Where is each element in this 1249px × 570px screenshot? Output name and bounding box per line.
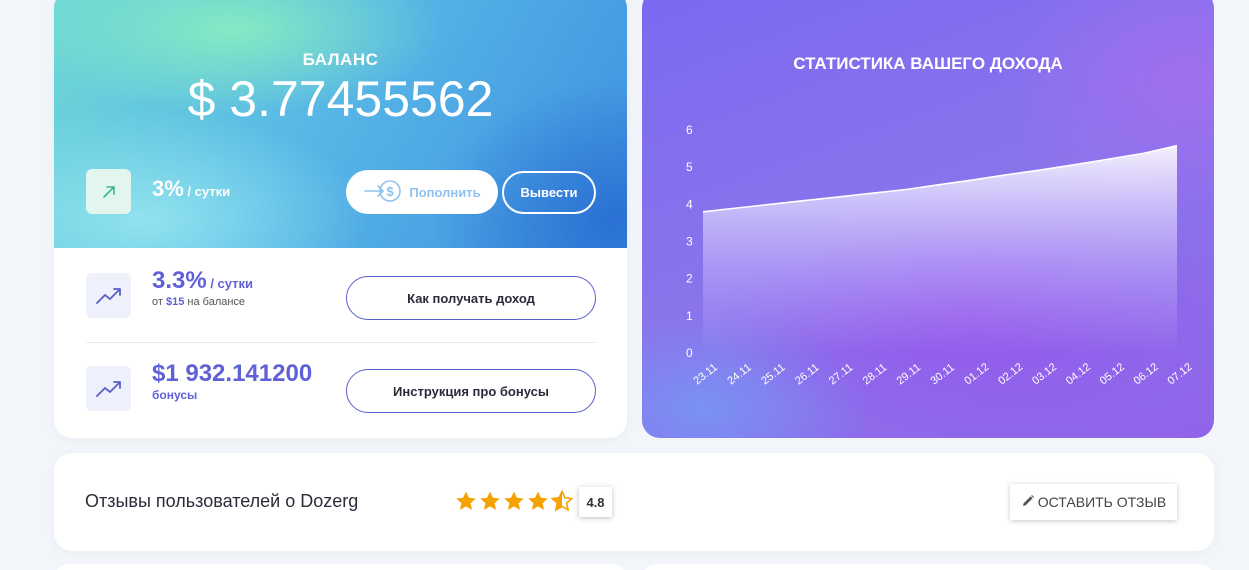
star-half-icon: [550, 489, 574, 517]
y-tick-label: 4: [686, 197, 693, 211]
bonus-info: $1 932.141200 бонусы: [152, 360, 312, 402]
x-tick-label: 28.11: [861, 361, 889, 387]
arrow-up-right-icon: [86, 169, 131, 214]
reviews-card: Отзывы пользователей о Dozerg 4.8 ОСТАВИ…: [54, 453, 1214, 551]
star-full-icon: [503, 490, 525, 517]
x-tick-label: 07.12: [1165, 361, 1194, 387]
x-tick-label: 30.11: [928, 361, 956, 387]
deposit-button-label: Пополнить: [409, 184, 481, 200]
trend-up-icon: [86, 273, 131, 318]
income-min-prefix: от: [152, 296, 166, 308]
bonus-amount: $1 932.141200: [152, 360, 313, 387]
income-chart-card: СТАТИСТИКА ВАШЕГО ДОХОДА 0123456 23.11 24…: [642, 0, 1214, 438]
x-tick-label: 06.12: [1132, 361, 1161, 387]
pencil-icon: [1021, 494, 1035, 511]
daily-rate-unit: / сутки: [183, 184, 231, 199]
star-full-icon: [479, 490, 501, 517]
next-card-right: [642, 564, 1214, 570]
rating-stars: [455, 489, 574, 517]
daily-rate: 3% / сутки: [152, 176, 230, 202]
trend-up-icon: [86, 366, 131, 411]
y-tick-label: 2: [686, 272, 693, 286]
balance-card: БАЛАНС $ 3.77455562 3% / сутки $ Пополни…: [54, 0, 627, 438]
x-tick-label: 24.11: [725, 361, 753, 387]
balance-panel: БАЛАНС $ 3.77455562 3% / сутки $ Пополни…: [54, 0, 627, 248]
y-tick-label: 0: [686, 346, 693, 360]
income-rate-value: 3.3%: [152, 267, 207, 294]
x-tick-label: 26.11: [793, 361, 821, 387]
income-row: 3.3% / сутки от $15 на балансе Как получ…: [54, 267, 627, 327]
balance-label: БАЛАНС: [302, 50, 379, 69]
star-full-icon: [527, 490, 549, 517]
balance-value: $ 3.77455562: [187, 71, 494, 127]
bonus-row: $1 932.141200 бонусы Инструкция про бону…: [54, 360, 627, 420]
divider: [86, 342, 596, 343]
income-chart: 0 1 2 3 4 5 6 23.11 24.11 25.11 26.11 27.11 28.11 29…: [686, 123, 1195, 387]
y-tick-label: 3: [686, 235, 693, 249]
withdraw-button[interactable]: Вывести: [502, 171, 596, 214]
x-tick-label: 04.12: [1064, 361, 1093, 387]
star-full-icon: [455, 490, 477, 517]
svg-text:$: $: [387, 184, 395, 199]
x-tick-label: 05.12: [1098, 361, 1127, 387]
reviews-title: Отзывы пользователей о Dozerg: [85, 491, 359, 511]
x-tick-label: 27.11: [827, 361, 855, 387]
x-tick-label: 23.11: [691, 361, 719, 387]
leave-review-label: ОСТАВИТЬ ОТЗЫВ: [1037, 494, 1167, 510]
bonus-instructions-button[interactable]: Инструкция про бонусы: [346, 369, 596, 413]
rating-value: 4.8: [579, 487, 612, 517]
y-tick-label: 6: [686, 123, 693, 137]
leave-review-button[interactable]: ОСТАВИТЬ ОТЗЫВ: [1010, 484, 1177, 520]
x-tick-label: 02.12: [996, 361, 1025, 387]
y-tick-label: 5: [686, 160, 693, 174]
next-card-left: [54, 564, 627, 570]
x-tick-label: 25.11: [759, 361, 787, 387]
bonus-label: бонусы: [152, 388, 198, 402]
deposit-button[interactable]: $ Пополнить: [346, 170, 498, 214]
deposit-coin-icon: $: [363, 178, 402, 207]
how-to-earn-button[interactable]: Как получать доход: [346, 276, 596, 320]
income-info: 3.3% / сутки от $15 на балансе: [152, 267, 253, 308]
x-tick-label: 29.11: [895, 361, 923, 387]
daily-rate-value: 3%: [152, 176, 184, 201]
income-area: [703, 145, 1177, 353]
income-min-suffix: на балансе: [184, 296, 246, 308]
income-rate-unit: / сутки: [206, 276, 254, 291]
x-tick-label: 01.12: [962, 361, 991, 387]
y-tick-label: 1: [686, 309, 693, 323]
income-min-amount: $15: [165, 296, 185, 308]
x-tick-label: 03.12: [1030, 361, 1059, 387]
income-min-condition: от $15 на балансе: [152, 296, 253, 308]
